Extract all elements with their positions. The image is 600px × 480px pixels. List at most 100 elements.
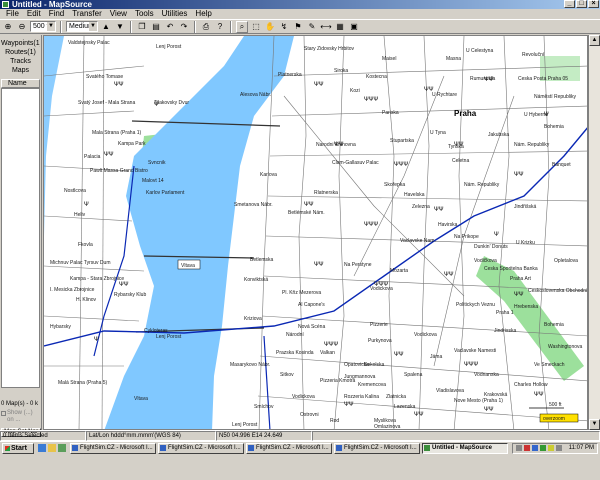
redo-icon[interactable]: ↷ <box>178 21 190 33</box>
close-button[interactable]: × <box>588 0 599 8</box>
vertical-scrollbar[interactable]: ▲ ▼ <box>588 35 600 430</box>
title-bar: Untitled - MapSource _ □ × <box>0 0 600 9</box>
menu-utilities[interactable]: Utilities <box>158 9 192 19</box>
map-label: Tilakovsky Dvur <box>154 100 189 106</box>
svg-text:ΨΨ: ΨΨ <box>534 391 544 398</box>
map-label: Lenj Porost <box>156 44 182 50</box>
help-icon[interactable]: ? <box>214 21 226 33</box>
map-label: Pariska <box>382 110 399 116</box>
map-label: Ostrovni <box>300 412 319 418</box>
measure-tool-icon[interactable]: ⟷ <box>320 21 332 33</box>
zoom-tool-icon[interactable]: ⌕ <box>236 20 248 33</box>
down-arrow-icon[interactable]: ▼ <box>114 21 126 33</box>
river-label: Vltava <box>181 263 195 269</box>
item-list[interactable] <box>1 88 40 388</box>
waypoint-tool-icon[interactable]: ⚑ <box>292 21 304 33</box>
tab-routes[interactable]: Routes(1) <box>1 48 40 57</box>
map-label: U Celestyna <box>466 48 493 54</box>
map-label: Vodnanska <box>474 372 499 378</box>
map-label: Kampa - Stara Zbrojnice <box>70 276 124 282</box>
svg-text:ΨΨΨ: ΨΨΨ <box>364 96 378 103</box>
volume-icon[interactable] <box>548 445 554 451</box>
map-label: Nostlcova <box>64 188 86 194</box>
map-label: Rod <box>330 418 339 424</box>
street-network <box>44 36 587 429</box>
taskbar-item-active[interactable]: Untitled - MapSource <box>422 443 508 454</box>
menu-edit[interactable]: Edit <box>23 9 45 19</box>
network-icon[interactable] <box>516 445 522 451</box>
map-label: Bohemia <box>544 124 564 130</box>
menu-help[interactable]: Help <box>191 9 215 19</box>
copy-icon[interactable]: ❐ <box>136 21 148 33</box>
messenger-icon[interactable] <box>532 445 538 451</box>
zoom-in-icon[interactable]: ⊕ <box>2 21 14 33</box>
zoom-out-icon[interactable]: ⊖ <box>16 21 28 33</box>
browser-quicklaunch-icon[interactable] <box>38 444 46 452</box>
map-label: Nove Mesto (Praha 1) <box>454 398 503 404</box>
menu-find[interactable]: Find <box>45 9 69 19</box>
map-label: Mozarta <box>390 268 408 274</box>
ie-icon <box>72 445 78 451</box>
detail-select[interactable]: Medium ▼ <box>66 21 98 32</box>
map-tool-icon[interactable]: ▦ <box>334 21 346 33</box>
desktop-quicklaunch-icon[interactable] <box>58 444 66 452</box>
select-tool-icon[interactable]: ⬚ <box>250 21 262 33</box>
map-label: Prazska Kosinda <box>276 350 314 356</box>
maximize-button[interactable]: □ <box>576 0 587 8</box>
undo-icon[interactable]: ↶ <box>164 21 176 33</box>
map-label: Karlova <box>260 172 277 178</box>
tab-maps[interactable]: Maps <box>1 66 40 75</box>
menu-transfer[interactable]: Transfer <box>68 9 106 19</box>
show-checkbox[interactable]: Show (...) on ... <box>1 410 41 424</box>
scroll-down-icon[interactable]: ▼ <box>589 419 600 430</box>
coordinate-readout: N50 04.996 E14 24.649 <box>216 431 312 441</box>
map-label: Ve Smeckach <box>534 362 565 368</box>
map-label: Rybarsky Klub <box>114 292 146 298</box>
taskbar-item[interactable]: FlightSim.CZ - Microsoft I... <box>70 443 156 454</box>
print-icon[interactable]: ⎙ <box>200 21 212 33</box>
scroll-up-icon[interactable]: ▲ <box>589 35 600 46</box>
start-button[interactable]: Start <box>2 443 34 454</box>
svg-text:Ψ: Ψ <box>94 336 99 343</box>
hand-tool-icon[interactable]: ✋ <box>264 21 276 33</box>
map-label: Nová Scéna <box>298 324 325 330</box>
taskbar-item[interactable]: FlightSim.CZ - Microsoft I... <box>158 443 244 454</box>
update-icon[interactable] <box>540 445 546 451</box>
tab-waypoints[interactable]: Waypoints(1) <box>1 39 40 48</box>
properties-tool-icon[interactable]: ▣ <box>348 21 360 33</box>
paste-icon[interactable]: ▤ <box>150 21 162 33</box>
minimize-button[interactable]: _ <box>564 0 575 8</box>
folder-quicklaunch-icon[interactable] <box>48 444 56 452</box>
antivirus-icon[interactable] <box>524 445 530 451</box>
show-checkbox-label-2: on ... <box>7 417 21 423</box>
map-label: Pl. Kňz Mezerova <box>282 290 321 296</box>
map-label: Al Capone's <box>298 302 325 308</box>
display-icon[interactable] <box>556 445 562 451</box>
map-label: Hrebenska <box>514 304 538 310</box>
map-label: Valdstejnsky Palac <box>68 40 110 46</box>
taskbar-item[interactable]: FlightSim.CZ - Microsoft I... <box>334 443 420 454</box>
map-canvas[interactable]: ΨΨΨΨΨ ΨΨΨΨ ΨΨΨΨΨΨΨ ΨΨΨΨΨ ΨΨΨΨΨΨΨ ΨΨΨΨΨΨΨ… <box>44 36 588 430</box>
map-label: Smetanova Nábr. <box>234 202 273 208</box>
up-arrow-icon[interactable]: ▲ <box>100 21 112 33</box>
route-tool-icon[interactable]: ↯ <box>278 21 290 33</box>
name-column-header[interactable]: Name <box>1 79 40 88</box>
map-label: Ceska Sporitelna Banka <box>484 266 538 272</box>
menu-tools[interactable]: Tools <box>131 9 158 19</box>
map-label: Nám. Republiky <box>514 142 550 148</box>
scale-select[interactable]: 500 ft ▼ <box>30 21 56 32</box>
tab-tracks[interactable]: Tracks <box>1 57 40 66</box>
taskbar-item[interactable]: FlightSim.CZ - Microsoft I... <box>246 443 332 454</box>
map-label: Rlatnerska <box>314 190 338 196</box>
map-view[interactable]: ΨΨ Ψ ΨΨ Ψ ΨΨ Ψ ΨΨ ΨΨΨ ΨΨ ΨΨ Ψ ΨΨ ΨΨΨ ΨΨ ΨΨ ΨΨ ΨΨΨ ΨΨ… <box>43 35 588 430</box>
svg-text:Ψ: Ψ <box>84 201 89 208</box>
svg-text:ΨΨ: ΨΨ <box>304 201 314 208</box>
menu-file[interactable]: File <box>2 9 23 19</box>
map-label: Charles Hollow <box>514 382 548 388</box>
track-tool-icon[interactable]: ✎ <box>306 21 318 33</box>
map-label: Rumuncula <box>470 76 496 82</box>
svg-text:ΨΨΨ: ΨΨΨ <box>364 221 378 228</box>
menu-view[interactable]: View <box>106 9 131 19</box>
ie-icon <box>336 445 342 451</box>
svg-text:ΨΨ: ΨΨ <box>434 206 444 213</box>
